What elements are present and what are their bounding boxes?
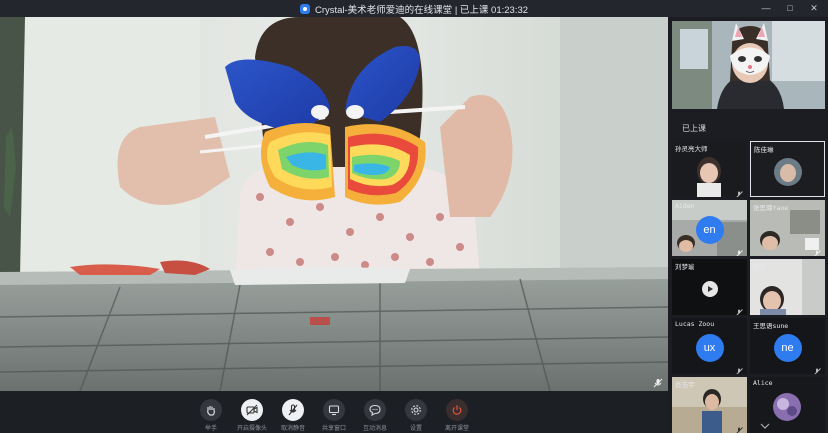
participant-panel: 已上课 孙灵亮大师 陈佳琳 Aiden en 张思璐Yaoe 刘梦瑜 安琪 Lu… <box>668 17 828 433</box>
minimize-button[interactable]: — <box>758 2 774 14</box>
participant-tile-selected[interactable]: 陈佳琳 <box>750 141 825 197</box>
meeting-toolbar: 举手 开启摄像头 取消静音 共享窗口 互动消息 设置 离开课堂 <box>0 391 668 433</box>
mic-off-icon <box>282 399 304 421</box>
teacher-video[interactable] <box>672 21 825 109</box>
title-wrap: Crystal-美术老师爱迪的在线课堂 | 已上课 01:23:32 <box>299 2 529 16</box>
raise-hand-button[interactable]: 举手 <box>197 399 225 432</box>
leave-label: 离开课堂 <box>444 426 469 432</box>
camera-button[interactable]: 开启摄像头 <box>237 399 268 432</box>
window-title: Crystal-美术老师爱迪的在线课堂 | 已上课 01:23:32 <box>314 4 529 16</box>
mic-label: 取消静音 <box>280 426 305 432</box>
settings-button[interactable]: 设置 <box>402 399 430 432</box>
participant-name: 刘梦瑜 <box>675 263 695 271</box>
avatar: en <box>695 216 724 244</box>
participant-name: 安琪 <box>753 263 766 271</box>
hand-icon <box>200 399 222 421</box>
avatar: ux <box>695 334 724 362</box>
mic-button[interactable]: 取消静音 <box>279 399 307 432</box>
participant-name: Aiden <box>675 202 695 210</box>
participant-name: 孙灵亮大师 <box>675 145 708 153</box>
participant-tile[interactable]: 安琪 <box>750 259 825 315</box>
leave-class-button[interactable]: 离开课堂 <box>443 399 471 432</box>
main-video-frame <box>0 17 668 391</box>
participant-tile[interactable]: 张思璐Yaoe <box>750 200 825 256</box>
participant-name: 张思璐Yaoe <box>753 204 789 212</box>
participant-name: 肖浩宇 <box>675 381 695 389</box>
teacher-video-frame <box>672 21 825 109</box>
mic-muted-icon <box>735 245 743 256</box>
mic-muted-icon <box>813 245 821 256</box>
mic-muted-icon <box>735 304 743 315</box>
participant-tile[interactable]: Aiden en <box>672 200 747 256</box>
settings-label: 设置 <box>409 426 422 432</box>
participant-name: Lucas Zoou <box>675 320 715 328</box>
mic-muted-icon <box>653 378 663 388</box>
maximize-button[interactable]: □ <box>782 2 798 14</box>
avatar: ne <box>773 334 802 362</box>
app-logo-icon <box>299 3 310 14</box>
close-button[interactable]: ✕ <box>806 2 822 14</box>
screen-share-icon <box>323 399 345 421</box>
participant-tile[interactable]: 刘梦瑜 <box>672 259 747 315</box>
chat-icon <box>364 399 386 421</box>
mic-muted-icon <box>735 363 743 374</box>
participant-tile[interactable]: 王思语sune ne <box>750 318 825 374</box>
participant-tile[interactable]: 孙灵亮大师 <box>672 141 747 197</box>
play-icon[interactable] <box>701 281 718 297</box>
chat-label: 互动消息 <box>362 426 387 432</box>
main-video <box>0 17 668 391</box>
share-window-button[interactable]: 共享窗口 <box>320 399 348 432</box>
mic-muted-icon <box>735 422 743 433</box>
camera-label: 开启摄像头 <box>237 426 268 432</box>
mic-muted-icon <box>735 186 743 197</box>
mic-muted-icon <box>813 363 821 374</box>
participant-name: 王思语sune <box>753 322 789 330</box>
title-bar: Crystal-美术老师爱迪的在线课堂 | 已上课 01:23:32 — □ ✕ <box>0 0 828 17</box>
participant-tile[interactable]: Lucas Zoou ux <box>672 318 747 374</box>
window-controls: — □ ✕ <box>758 2 822 14</box>
participant-name: Alice <box>753 379 773 387</box>
participant-name: 陈佳琳 <box>754 146 774 154</box>
chat-button[interactable]: 互动消息 <box>361 399 389 432</box>
class-status-label: 已上课 <box>682 124 706 133</box>
chevron-down-icon[interactable] <box>760 422 770 430</box>
camera-off-icon <box>241 399 263 421</box>
participant-tile[interactable]: 肖浩宇 <box>672 377 747 433</box>
gear-icon <box>405 399 427 421</box>
raise-hand-label: 举手 <box>204 426 217 432</box>
power-icon <box>446 399 468 421</box>
share-label: 共享窗口 <box>321 426 346 432</box>
